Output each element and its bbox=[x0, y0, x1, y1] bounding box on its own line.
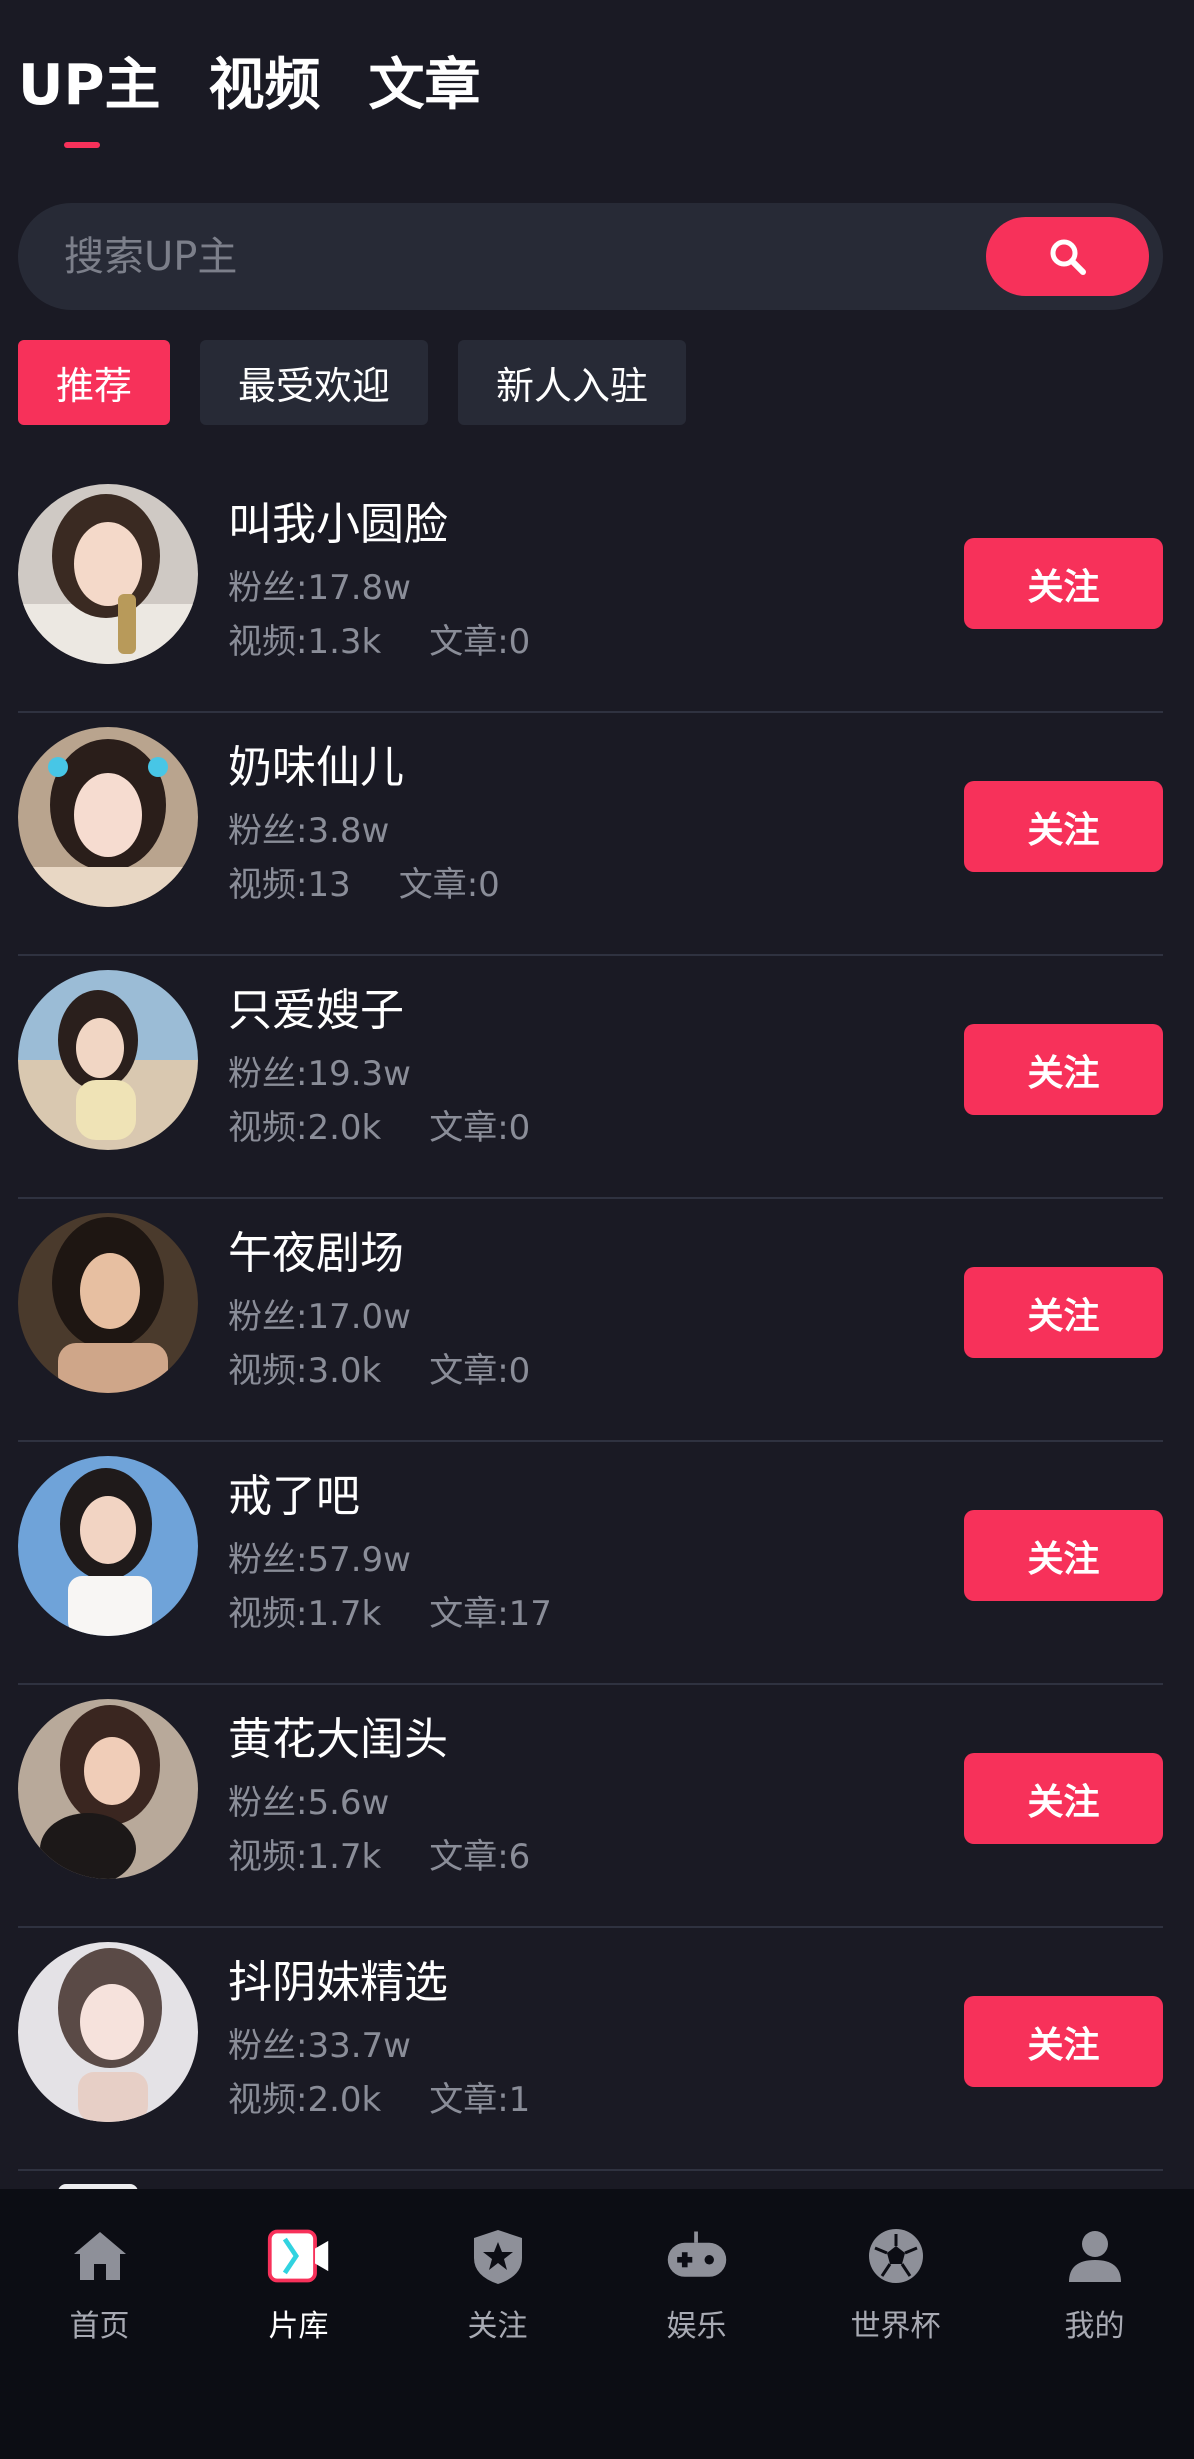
active-tab-indicator bbox=[64, 142, 100, 148]
nav-label: 我的 bbox=[1064, 2309, 1125, 2344]
tab-label: UP主 bbox=[18, 53, 161, 118]
fans-count: 粉丝:17.0w bbox=[228, 1297, 411, 1337]
top-tabs: UP主 视频 文章 bbox=[18, 58, 481, 148]
creator-name: 黄花大闺头 bbox=[228, 1714, 448, 1765]
video-count: 视频:1.3k bbox=[228, 622, 382, 662]
creator-stats: 视频:2.0k 文章:0 bbox=[228, 1100, 530, 1149]
creator-name: 戒了吧 bbox=[228, 1471, 360, 1522]
creator-row[interactable]: 黄花大闺头 粉丝:5.6w 视频:1.7k 文章:6 关注 bbox=[18, 1685, 1163, 1928]
creator-stats: 视频:13 文章:0 bbox=[228, 857, 500, 906]
avatar[interactable] bbox=[18, 1942, 198, 2122]
creator-row[interactable]: 叫我小圆脸 粉丝:17.8w 视频:1.3k 文章:0 关注 bbox=[18, 470, 1163, 713]
creator-row[interactable]: 奶味仙儿 粉丝:3.8w 视频:13 文章:0 关注 bbox=[18, 713, 1163, 956]
fans-count: 粉丝:57.9w bbox=[228, 1540, 411, 1580]
article-count: 文章:1 bbox=[429, 2080, 531, 2120]
home-icon bbox=[67, 2223, 133, 2289]
creator-stats: 视频:1.3k 文章:0 bbox=[228, 614, 530, 663]
star-shield-icon bbox=[465, 2223, 531, 2289]
search-icon bbox=[1050, 239, 1086, 275]
filter-chips: 推荐 最受欢迎 新人入驻 bbox=[18, 340, 687, 425]
creator-name: 叫我小圆脸 bbox=[228, 499, 448, 550]
video-count: 视频:1.7k bbox=[228, 1594, 382, 1634]
creator-row[interactable]: 午夜剧场 粉丝:17.0w 视频:3.0k 文章:0 关注 bbox=[18, 1199, 1163, 1442]
video-count: 视频:2.0k bbox=[228, 2080, 382, 2120]
search-button[interactable] bbox=[986, 217, 1149, 296]
tab-articles[interactable]: 文章 bbox=[369, 58, 481, 114]
soccer-ball-icon bbox=[863, 2223, 929, 2289]
creator-stats: 视频:3.0k 文章:0 bbox=[228, 1343, 530, 1392]
creator-row[interactable]: 抖阴妹精选 粉丝:33.7w 视频:2.0k 文章:1 关注 bbox=[18, 1928, 1163, 2171]
article-count: 文章:0 bbox=[429, 1351, 531, 1391]
follow-button[interactable]: 关注 bbox=[964, 781, 1163, 872]
tab-videos[interactable]: 视频 bbox=[209, 58, 321, 114]
nav-label: 首页 bbox=[69, 2309, 130, 2344]
avatar[interactable] bbox=[18, 1213, 198, 1393]
tab-label: 视频 bbox=[208, 53, 321, 118]
creator-stats: 视频:1.7k 文章:6 bbox=[228, 1829, 530, 1878]
nav-label: 世界杯 bbox=[850, 2309, 941, 2344]
fans-count: 粉丝:33.7w bbox=[228, 2026, 411, 2066]
avatar[interactable] bbox=[18, 484, 198, 664]
page: UP主 视频 文章 推荐 最受欢迎 新人入驻 bbox=[0, 0, 1194, 2459]
creator-row[interactable]: 戒了吧 粉丝:57.9w 视频:1.7k 文章:17 关注 bbox=[18, 1442, 1163, 1685]
tab-up-master[interactable]: UP主 bbox=[18, 58, 161, 148]
nav-world-cup[interactable]: 世界杯 bbox=[796, 2189, 995, 2459]
nav-video-library[interactable]: 片库 bbox=[199, 2189, 398, 2459]
filter-recommended[interactable]: 推荐 bbox=[18, 340, 171, 425]
creator-stats: 视频:1.7k 文章:17 bbox=[228, 1586, 552, 1635]
nav-me[interactable]: 我的 bbox=[995, 2189, 1194, 2459]
gamepad-icon bbox=[664, 2223, 730, 2289]
article-count: 文章:0 bbox=[398, 865, 500, 905]
avatar[interactable] bbox=[18, 970, 198, 1150]
avatar[interactable] bbox=[18, 727, 198, 907]
creator-name: 奶味仙儿 bbox=[228, 742, 404, 793]
follow-button[interactable]: 关注 bbox=[964, 1024, 1163, 1115]
fans-count: 粉丝:19.3w bbox=[228, 1054, 411, 1094]
avatar[interactable] bbox=[18, 1456, 198, 1636]
creator-name: 抖阴妹精选 bbox=[228, 1957, 448, 2008]
nav-follow[interactable]: 关注 bbox=[398, 2189, 597, 2459]
follow-button[interactable]: 关注 bbox=[964, 538, 1163, 629]
filter-new-arrivals[interactable]: 新人入驻 bbox=[458, 340, 687, 425]
follow-button[interactable]: 关注 bbox=[964, 1510, 1163, 1601]
fans-count: 粉丝:3.8w bbox=[228, 811, 390, 851]
bottom-nav: 首页 片库 关注 娱乐 世界杯 我的 bbox=[0, 2189, 1194, 2459]
follow-button[interactable]: 关注 bbox=[964, 1996, 1163, 2087]
nav-home[interactable]: 首页 bbox=[0, 2189, 199, 2459]
creator-name: 午夜剧场 bbox=[228, 1228, 404, 1279]
fans-count: 粉丝:17.8w bbox=[228, 568, 411, 608]
avatar[interactable] bbox=[18, 1699, 198, 1879]
user-icon bbox=[1062, 2223, 1128, 2289]
search-bar bbox=[18, 203, 1163, 310]
creator-list: 叫我小圆脸 粉丝:17.8w 视频:1.3k 文章:0 关注 奶味仙儿 粉丝:3.… bbox=[18, 470, 1163, 2171]
fans-count: 粉丝:5.6w bbox=[228, 1783, 390, 1823]
video-count: 视频:3.0k bbox=[228, 1351, 382, 1391]
video-library-icon bbox=[266, 2223, 332, 2289]
nav-label: 娱乐 bbox=[666, 2309, 727, 2344]
article-count: 文章:0 bbox=[429, 622, 531, 662]
follow-button[interactable]: 关注 bbox=[964, 1753, 1163, 1844]
nav-label: 关注 bbox=[467, 2309, 528, 2344]
search-input[interactable] bbox=[64, 203, 944, 310]
follow-button[interactable]: 关注 bbox=[964, 1267, 1163, 1358]
creator-stats: 视频:2.0k 文章:1 bbox=[228, 2072, 530, 2121]
video-count: 视频:13 bbox=[228, 865, 351, 905]
filter-most-popular[interactable]: 最受欢迎 bbox=[200, 340, 429, 425]
article-count: 文章:6 bbox=[429, 1837, 531, 1877]
nav-label: 片库 bbox=[268, 2309, 329, 2344]
tab-label: 文章 bbox=[368, 53, 481, 118]
video-count: 视频:2.0k bbox=[228, 1108, 382, 1148]
article-count: 文章:17 bbox=[429, 1594, 552, 1634]
article-count: 文章:0 bbox=[429, 1108, 531, 1148]
creator-row[interactable]: 只爱嫂子 粉丝:19.3w 视频:2.0k 文章:0 关注 bbox=[18, 956, 1163, 1199]
video-count: 视频:1.7k bbox=[228, 1837, 382, 1877]
creator-name: 只爱嫂子 bbox=[228, 985, 404, 1036]
nav-entertainment[interactable]: 娱乐 bbox=[597, 2189, 796, 2459]
